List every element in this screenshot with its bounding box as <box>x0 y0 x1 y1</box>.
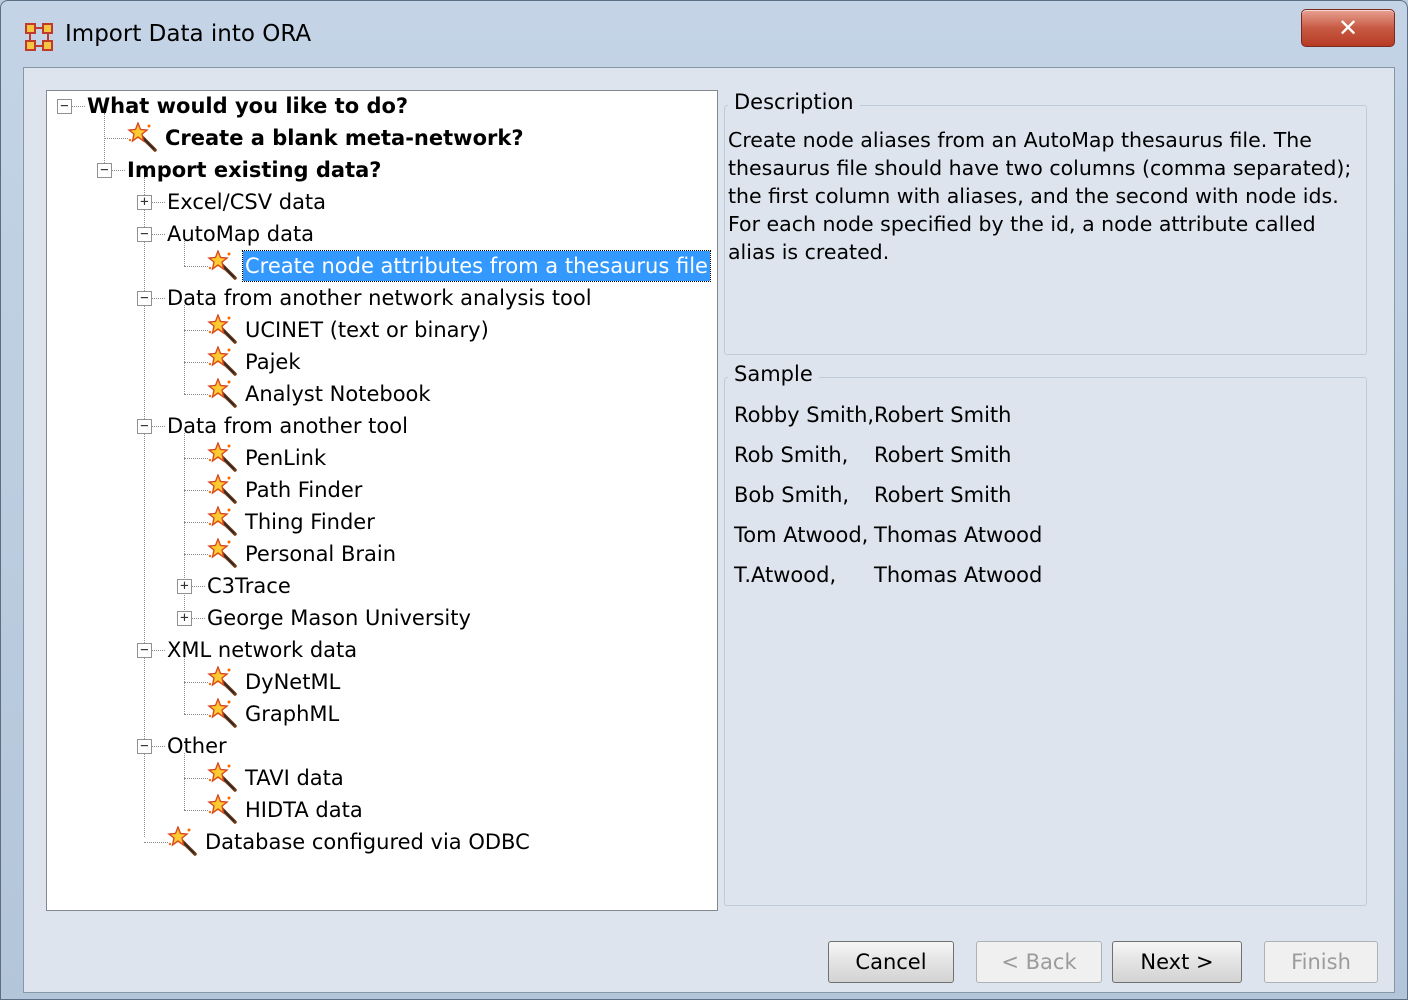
tree-item-odbc[interactable]: Database configured via ODBC <box>203 827 532 857</box>
magic-wand-icon <box>207 698 237 728</box>
tree-item-pajek[interactable]: Pajek <box>243 347 303 377</box>
tree-root[interactable]: What would you like to do? <box>85 91 410 121</box>
network-grid-icon <box>25 23 53 51</box>
tree-item-other[interactable]: Other <box>165 731 229 761</box>
magic-wand-icon <box>207 314 237 344</box>
collapse-icon[interactable]: − <box>137 291 152 306</box>
magic-wand-icon <box>127 122 157 152</box>
tree-item-thing-finder[interactable]: Thing Finder <box>243 507 377 537</box>
description-text: Create node aliases from an AutoMap thes… <box>728 128 1352 264</box>
collapse-icon[interactable]: − <box>137 227 152 242</box>
tree-item-another-tool[interactable]: Data from another tool <box>165 411 410 441</box>
sample-title: Sample <box>728 362 819 386</box>
magic-wand-icon <box>167 826 197 856</box>
import-options-tree[interactable]: − − + − − − + + − − What would you like … <box>46 90 718 911</box>
import-dialog-window: Import Data into ORA ✕ − − + − − − + + −… <box>0 0 1408 1000</box>
tree-item-blank-meta-network[interactable]: Create a blank meta-network? <box>163 123 526 153</box>
title-bar: Import Data into ORA ✕ <box>1 1 1407 67</box>
expand-icon[interactable]: + <box>177 579 192 594</box>
magic-wand-icon <box>207 506 237 536</box>
magic-wand-icon <box>207 794 237 824</box>
tree-item-import-existing[interactable]: Import existing data? <box>125 155 383 185</box>
tree-item-penlink[interactable]: PenLink <box>243 443 328 473</box>
tree-item-network-analysis-tool[interactable]: Data from another network analysis tool <box>165 283 594 313</box>
tree-item-graphml[interactable]: GraphML <box>243 699 341 729</box>
tree-item-ucinet[interactable]: UCINET (text or binary) <box>243 315 491 345</box>
close-icon: ✕ <box>1337 14 1359 42</box>
magic-wand-icon <box>207 346 237 376</box>
magic-wand-icon <box>207 762 237 792</box>
cancel-button[interactable]: Cancel <box>828 941 954 983</box>
collapse-icon[interactable]: − <box>57 99 72 114</box>
expand-icon[interactable]: + <box>137 195 152 210</box>
magic-wand-icon <box>207 538 237 568</box>
back-button[interactable]: < Back <box>976 941 1102 983</box>
tree-item-path-finder[interactable]: Path Finder <box>243 475 364 505</box>
tree-item-personal-brain[interactable]: Personal Brain <box>243 539 398 569</box>
collapse-icon[interactable]: − <box>137 643 152 658</box>
tree-item-c3trace[interactable]: C3Trace <box>205 571 293 601</box>
close-button[interactable]: ✕ <box>1301 9 1395 47</box>
tree-item-tavi[interactable]: TAVI data <box>243 763 346 793</box>
tree-item-excel-csv[interactable]: Excel/CSV data <box>165 187 328 217</box>
collapse-icon[interactable]: − <box>97 163 112 178</box>
collapse-icon[interactable]: − <box>137 419 152 434</box>
magic-wand-icon <box>207 250 237 280</box>
magic-wand-icon <box>207 474 237 504</box>
expand-icon[interactable]: + <box>177 611 192 626</box>
tree-item-xml-network[interactable]: XML network data <box>165 635 359 665</box>
next-button[interactable]: Next > <box>1112 941 1242 983</box>
dialog-content: − − + − − − + + − − What would you like … <box>23 67 1395 993</box>
tree-item-analyst-notebook[interactable]: Analyst Notebook <box>243 379 433 409</box>
collapse-icon[interactable]: − <box>137 739 152 754</box>
magic-wand-icon <box>207 442 237 472</box>
magic-wand-icon <box>207 378 237 408</box>
finish-button[interactable]: Finish <box>1264 941 1378 983</box>
tree-root-label: What would you like to do? <box>87 94 409 118</box>
tree-item-thesaurus-attributes[interactable]: Create node attributes from a thesaurus … <box>242 250 711 282</box>
tree-item-automap[interactable]: AutoMap data <box>165 219 316 249</box>
tree-item-dynetml[interactable]: DyNetML <box>243 667 342 697</box>
tree-item-george-mason[interactable]: George Mason University <box>205 603 473 633</box>
magic-wand-icon <box>207 666 237 696</box>
description-title: Description <box>728 90 860 114</box>
window-title: Import Data into ORA <box>65 21 312 47</box>
tree-item-hidta[interactable]: HIDTA data <box>243 795 365 825</box>
